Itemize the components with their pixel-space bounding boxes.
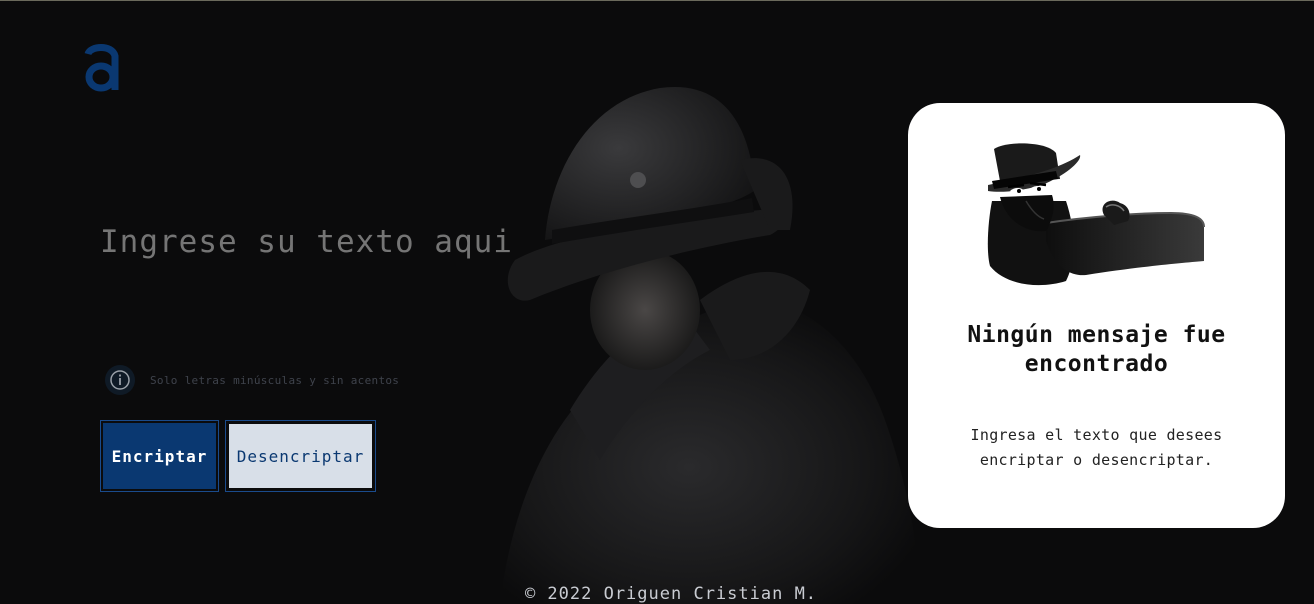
panel-title: Ningún mensaje fue encontrado [967, 322, 1226, 377]
text-input[interactable] [100, 222, 540, 292]
alura-logo-icon[interactable] [82, 40, 122, 96]
spy-background-image [500, 86, 920, 604]
decrypt-button[interactable]: Desencriptar [225, 420, 376, 492]
hint-text: Solo letras minúsculas y sin acentos [150, 373, 400, 387]
info-icon [105, 365, 135, 395]
footer-copyright: © 2022 Origuen Cristian M. [524, 584, 818, 604]
input-hint: Solo letras minúsculas y sin acentos [104, 364, 399, 396]
top-border [0, 0, 1314, 1]
output-panel: Ningún mensaje fue encontrado Ingresa el… [908, 103, 1285, 528]
encrypt-button[interactable]: Encriptar [100, 420, 219, 492]
spy-illustration-image [987, 143, 1205, 286]
panel-text: Ingresa el texto que desees encriptar o … [970, 426, 1223, 469]
